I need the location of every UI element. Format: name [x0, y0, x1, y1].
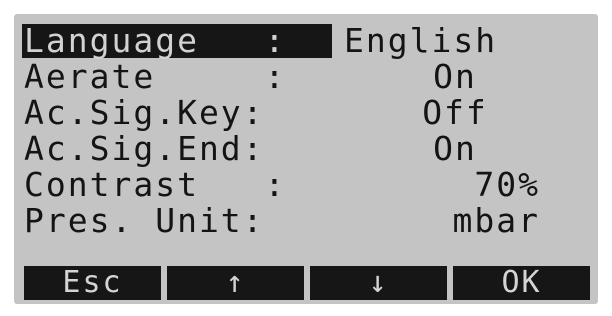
menu-value-language: English	[344, 21, 498, 60]
menu-label-ac-sig-key: Ac.Sig.Key:	[24, 93, 265, 132]
up-arrow-button[interactable]: ↑	[167, 266, 304, 300]
menu-row-language[interactable]: Language : English	[14, 24, 598, 58]
softkey-bar: Esc ↑ ↓ OK	[24, 266, 590, 300]
menu-value-ac-sig-end: On	[433, 129, 477, 168]
device-bezel: Language : English Aerate : On Ac.Sig.Ke…	[0, 0, 612, 316]
menu-row-ac-sig-key[interactable]: Ac.Sig.Key: Off	[14, 96, 598, 130]
menu-value-ac-sig-key: Off	[422, 93, 488, 132]
menu-label-contrast: Contrast :	[24, 165, 287, 204]
menu-label-aerate: Aerate :	[24, 57, 287, 96]
menu-value-aerate: On	[433, 57, 477, 96]
menu-label-pres-unit: Pres. Unit:	[24, 201, 265, 240]
menu-value-pres-unit: mbar	[452, 201, 540, 240]
menu-row-aerate[interactable]: Aerate : On	[14, 60, 598, 94]
menu-label-language: Language :	[22, 24, 332, 58]
lcd-screen: Language : English Aerate : On Ac.Sig.Ke…	[14, 14, 598, 304]
menu-value-contrast: 70%	[474, 165, 540, 204]
esc-button[interactable]: Esc	[24, 266, 161, 300]
menu-row-pres-unit[interactable]: Pres. Unit: mbar	[14, 204, 598, 238]
menu-row-ac-sig-end[interactable]: Ac.Sig.End: On	[14, 132, 598, 166]
ok-button[interactable]: OK	[453, 266, 590, 300]
menu-row-contrast[interactable]: Contrast : 70%	[14, 168, 598, 202]
down-arrow-button[interactable]: ↓	[310, 266, 447, 300]
menu-label-ac-sig-end: Ac.Sig.End:	[24, 129, 265, 168]
